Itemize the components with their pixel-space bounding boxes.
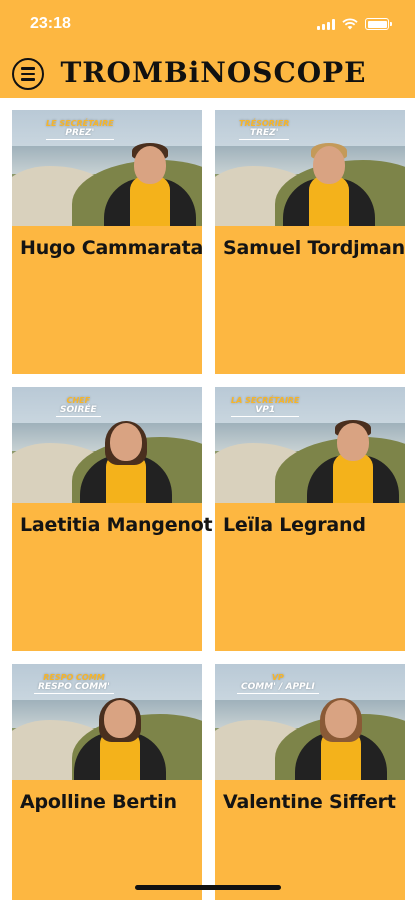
member-name: Leïla Legrand (223, 514, 366, 536)
status-time: 23:18 (30, 15, 71, 32)
member-photo: VP COMM' / APPLI (215, 664, 405, 780)
role-badge: LE SECRÉTAIRE PREZ' (46, 119, 114, 140)
member-name: Laetitia Mangenot (20, 514, 213, 536)
role-badge: LA SECRÉTAIRE VP1 (231, 396, 300, 417)
member-card[interactable]: CHEF SOIRÉE Laetitia Mangenot (12, 387, 213, 651)
battery-icon (365, 18, 392, 30)
member-name: Samuel Tordjman (223, 237, 405, 259)
member-photo: LE SECRÉTAIRE PREZ' (12, 110, 202, 226)
page-title: TROMBiNOSCOPE (60, 56, 367, 89)
member-name: Apolline Bertin (20, 791, 177, 813)
member-photo: LA SECRÉTAIRE VP1 (215, 387, 405, 503)
member-card[interactable]: TRÉSORIER TREZ' Samuel Tordjman (215, 110, 405, 374)
signal-icon (317, 18, 335, 30)
app-header: TROMBiNOSCOPE (0, 52, 415, 98)
home-indicator[interactable] (135, 885, 281, 890)
member-name: Valentine Siffert (223, 791, 396, 813)
member-photo: RESPO COMM RESPO COMM' (12, 664, 202, 780)
role-badge: CHEF SOIRÉE (56, 396, 101, 417)
member-name: Hugo Cammarata (20, 237, 204, 259)
status-icons (317, 18, 392, 30)
role-badge: TRÉSORIER TREZ' (239, 119, 290, 140)
member-card[interactable]: LE SECRÉTAIRE PREZ' Hugo Cammarata (12, 110, 204, 374)
member-card[interactable]: RESPO COMM RESPO COMM' Apolline Bertin (12, 664, 202, 900)
member-photo: TRÉSORIER TREZ' (215, 110, 405, 226)
role-badge: VP COMM' / APPLI (237, 673, 319, 694)
member-card[interactable]: VP COMM' / APPLI Valentine Siffert (215, 664, 405, 900)
member-card[interactable]: LA SECRÉTAIRE VP1 Leïla Legrand (215, 387, 405, 651)
role-badge: RESPO COMM RESPO COMM' (34, 673, 114, 694)
wifi-icon (342, 18, 358, 30)
members-list[interactable]: LE SECRÉTAIRE PREZ' Hugo Cammarata TRÉSO… (0, 98, 415, 900)
status-bar: 23:18 (0, 0, 415, 48)
member-photo: CHEF SOIRÉE (12, 387, 202, 503)
